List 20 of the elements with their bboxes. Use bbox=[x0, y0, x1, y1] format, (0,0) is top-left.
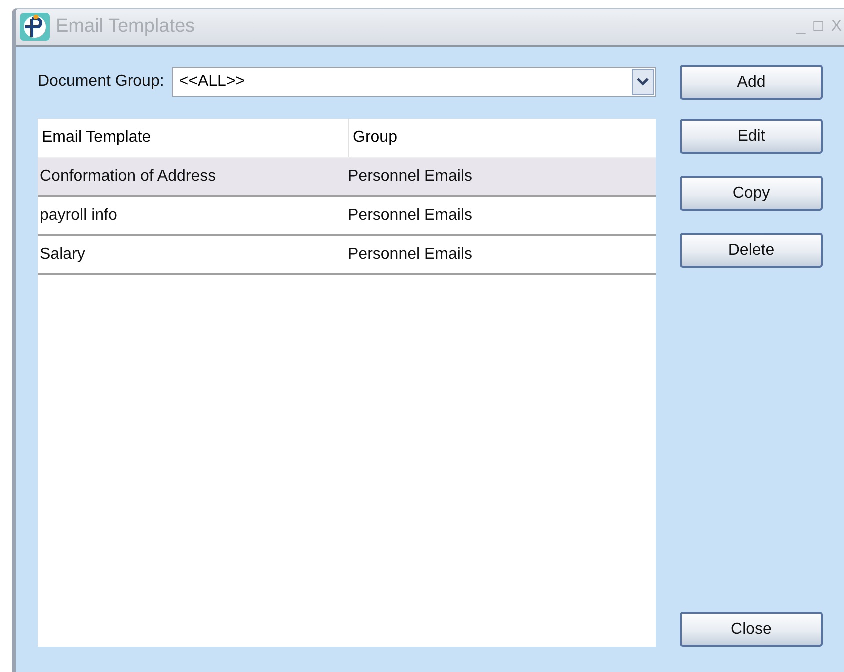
close-button[interactable]: Close bbox=[680, 612, 823, 647]
table-row[interactable]: Conformation of Address Personnel Emails bbox=[38, 158, 656, 197]
action-button[interactable]: Delete bbox=[680, 233, 823, 268]
column-header[interactable]: Group bbox=[349, 119, 398, 157]
window-title: Email Templates bbox=[56, 16, 196, 38]
table-row[interactable]: payroll info Personnel Emails bbox=[38, 197, 656, 236]
table-cell-text: Conformation of Address bbox=[39, 168, 218, 186]
table-cell-text: payroll info bbox=[39, 206, 118, 224]
table-cell-text: Salary bbox=[39, 246, 86, 264]
document-group-dropdown[interactable]: <<ALL>> bbox=[172, 67, 656, 97]
column-header[interactable]: Email Template bbox=[38, 119, 349, 157]
action-button[interactable]: Add bbox=[680, 65, 823, 100]
table-cell-text: Personnel Emails bbox=[347, 168, 472, 186]
field-label: Document Group: bbox=[38, 73, 164, 91]
action-button[interactable]: Copy bbox=[680, 176, 823, 211]
table-cell-text: Personnel Emails bbox=[347, 246, 472, 264]
action-button[interactable]: Edit bbox=[680, 119, 823, 154]
table-cell-text: Personnel Emails bbox=[347, 206, 472, 224]
app-logo-icon bbox=[20, 13, 50, 41]
table-row[interactable]: Salary Personnel Emails bbox=[38, 236, 656, 275]
